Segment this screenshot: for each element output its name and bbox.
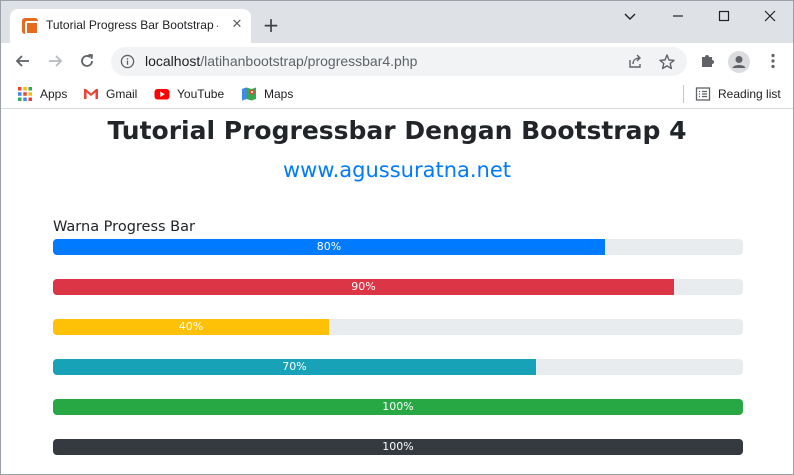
progress-track: 40% bbox=[53, 319, 743, 335]
bookmark-label: Maps bbox=[264, 87, 294, 101]
progress-track: 100% bbox=[53, 399, 743, 415]
reload-button[interactable] bbox=[73, 47, 101, 75]
reading-list-label: Reading list bbox=[718, 87, 781, 101]
close-window-button[interactable] bbox=[747, 1, 793, 31]
minimize-icon bbox=[673, 15, 683, 17]
back-button[interactable] bbox=[9, 47, 37, 75]
profile-avatar[interactable] bbox=[728, 51, 750, 73]
maps-icon bbox=[242, 87, 256, 101]
bookmarks-divider bbox=[683, 85, 684, 103]
progress-bar: 100% bbox=[53, 399, 743, 415]
arrow-left-icon bbox=[15, 55, 29, 67]
youtube-icon bbox=[154, 89, 170, 100]
bookmark-label: YouTube bbox=[177, 87, 225, 101]
section-label: Warna Progress Bar bbox=[53, 219, 195, 235]
progress-bar: 70% bbox=[53, 359, 536, 375]
gmail-icon bbox=[84, 89, 98, 99]
maximize-icon bbox=[718, 10, 730, 22]
bookmark-label: Apps bbox=[40, 87, 68, 101]
xampp-icon bbox=[22, 18, 39, 35]
extensions-puzzle-icon[interactable] bbox=[698, 51, 718, 71]
page-subtitle: www.agussuratna.net bbox=[282, 158, 512, 182]
close-tab-icon[interactable]: ✕ bbox=[229, 17, 245, 33]
progress-bar: 100% bbox=[53, 439, 743, 455]
browser-window: Tutorial Progress Bar Bootstrap 4 dengan… bbox=[0, 0, 794, 475]
progress-bar: 40% bbox=[53, 319, 329, 335]
new-tab-button[interactable]: + bbox=[260, 14, 282, 36]
browser-toolbar: localhost/latihanbootstrap/progressbar4.… bbox=[1, 43, 793, 79]
bookmarks-bar: Apps Gmail YouTube Maps Reading list bbox=[1, 79, 793, 109]
progress-track: 90% bbox=[53, 279, 743, 295]
bookmark-star-icon[interactable] bbox=[658, 53, 676, 71]
progress-track: 100% bbox=[53, 439, 743, 455]
more-vert-icon[interactable] bbox=[763, 51, 783, 71]
share-icon[interactable] bbox=[626, 53, 644, 71]
forward-button[interactable] bbox=[41, 47, 69, 75]
tab-title: Tutorial Progress Bar Bootstrap 4 dengan bbox=[46, 18, 218, 32]
close-icon bbox=[764, 10, 776, 22]
maximize-button[interactable] bbox=[701, 1, 747, 31]
minimize-button[interactable] bbox=[655, 1, 701, 31]
tab-search-button[interactable] bbox=[607, 1, 653, 31]
reload-icon bbox=[81, 53, 93, 67]
reading-list-icon bbox=[695, 87, 711, 101]
info-icon bbox=[120, 54, 135, 69]
url-host: localhost bbox=[145, 53, 201, 69]
url-path: /latihanbootstrap/progressbar4.php bbox=[200, 53, 418, 69]
progress-bar: 90% bbox=[53, 279, 674, 295]
progress-track: 70% bbox=[53, 359, 743, 375]
arrow-right-icon bbox=[49, 55, 63, 67]
progress-track: 80% bbox=[53, 239, 743, 255]
page-content: Tutorial Progressbar Dengan Bootstrap 4 … bbox=[1, 110, 793, 474]
progress-bar: 80% bbox=[53, 239, 605, 255]
chevron-down-icon bbox=[624, 13, 636, 20]
url-text: localhost/latihanbootstrap/progressbar4.… bbox=[145, 53, 417, 69]
page-title: Tutorial Progressbar Dengan Bootstrap 4 bbox=[107, 116, 687, 145]
address-bar[interactable]: localhost/latihanbootstrap/progressbar4.… bbox=[111, 47, 687, 76]
apps-grid-icon bbox=[18, 87, 32, 101]
bookmark-label: Gmail bbox=[106, 87, 138, 101]
person-icon bbox=[732, 56, 746, 68]
tab-strip: Tutorial Progress Bar Bootstrap 4 dengan… bbox=[1, 1, 793, 43]
active-tab[interactable]: Tutorial Progress Bar Bootstrap 4 dengan… bbox=[10, 9, 251, 43]
